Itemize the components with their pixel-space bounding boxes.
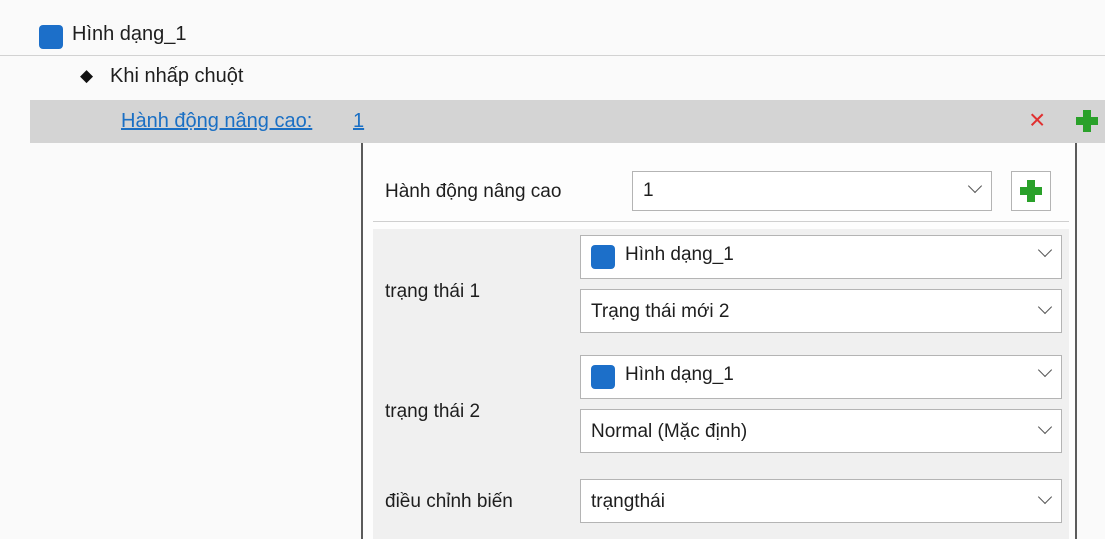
variable-value: trạngthái xyxy=(591,491,665,512)
shape-swatch-icon xyxy=(591,365,615,389)
state1-state-value: Trạng thái mới 2 xyxy=(591,301,730,322)
add-advanced-action-button[interactable] xyxy=(1011,171,1051,211)
state2-state-select[interactable]: Normal (Mặc định) xyxy=(580,409,1062,453)
chevron-down-icon xyxy=(967,178,983,194)
state2-object-value: Hình dạng_1 xyxy=(625,364,734,385)
state2-state-value: Normal (Mặc định) xyxy=(591,421,748,442)
add-plus-icon xyxy=(1020,180,1042,202)
event-label: Khi nhấp chuột xyxy=(110,65,244,87)
delete-x-icon[interactable]: × xyxy=(1029,105,1045,135)
advanced-action-select-value: 1 xyxy=(643,180,654,201)
state1-object-select[interactable]: Hình dạng_1 xyxy=(580,235,1062,279)
panel-body: trạng thái 1 Hình dạng_1 Trạng thái mới … xyxy=(373,229,1069,539)
chevron-down-icon xyxy=(1037,242,1053,258)
variable-label: điều chỉnh biến xyxy=(385,491,513,512)
shape-swatch-icon xyxy=(591,245,615,269)
state1-object-value: Hình dạng_1 xyxy=(625,244,734,265)
tree-row-advanced-action[interactable]: Hành động nâng cao: 1 × xyxy=(30,100,1105,143)
chevron-down-icon xyxy=(1037,299,1053,315)
variable-select[interactable]: trạngthái xyxy=(580,479,1062,523)
state1-label: trạng thái 1 xyxy=(385,281,481,302)
advanced-action-panel: Hành động nâng cao 1 trạng thái 1 Hình d… xyxy=(361,143,1077,539)
diamond-bullet-icon: ◆ xyxy=(80,66,94,85)
advanced-action-link[interactable]: Hành động nâng cao: xyxy=(121,110,312,133)
panel-header: Hành động nâng cao 1 xyxy=(373,161,1069,222)
advanced-action-number-link[interactable]: 1 xyxy=(353,110,364,133)
panel-header-label: Hành động nâng cao xyxy=(385,181,562,202)
add-action-button[interactable] xyxy=(1076,110,1098,132)
shape-label: Hình dạng_1 xyxy=(72,23,187,45)
advanced-action-select[interactable]: 1 xyxy=(632,171,992,211)
chevron-down-icon xyxy=(1037,362,1053,378)
chevron-down-icon xyxy=(1037,419,1053,435)
shape-swatch-icon xyxy=(39,25,63,49)
chevron-down-icon xyxy=(1037,489,1053,505)
add-plus-icon xyxy=(1076,110,1098,132)
state1-state-select[interactable]: Trạng thái mới 2 xyxy=(580,289,1062,333)
state2-object-select[interactable]: Hình dạng_1 xyxy=(580,355,1062,399)
state2-label: trạng thái 2 xyxy=(385,401,481,422)
tree-row-shape[interactable]: Hình dạng_1 xyxy=(0,14,1105,56)
tree-row-event[interactable]: ◆ Khi nhấp chuột xyxy=(0,56,1105,98)
